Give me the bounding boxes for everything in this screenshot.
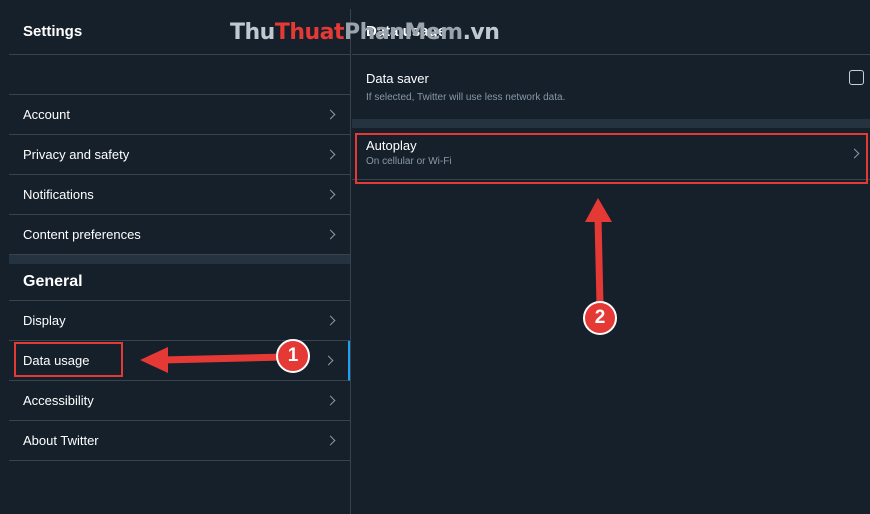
step-badge-2: 2 <box>583 301 617 335</box>
step-badge-1: 1 <box>276 339 310 373</box>
arrow-to-data-usage <box>140 347 289 373</box>
arrow-to-autoplay <box>585 198 612 309</box>
annotation-arrows <box>140 198 612 373</box>
